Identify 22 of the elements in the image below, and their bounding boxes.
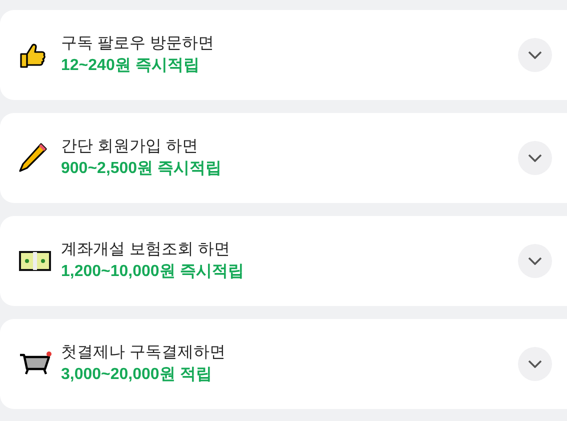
chevron-icon <box>528 257 542 265</box>
reward-card[interactable]: 구독 팔로우 방문하면 12~240원 즉시적립 <box>0 10 567 100</box>
reward-amount: 900~2,500원 즉시적립 <box>61 159 223 179</box>
reward-title: 계좌개설 보험조회 하면 <box>61 240 231 260</box>
reward-title: 간단 회원가입 하면 <box>61 137 199 157</box>
reward-card[interactable]: 간단 회원가입 하면 900~2,500원 즉시적립 <box>0 113 567 203</box>
expand-button[interactable] <box>518 141 552 175</box>
chevron-icon <box>528 154 542 162</box>
reward-card[interactable]: 첫결제나 구독결제하면 3,000~20,000원 적립 <box>0 319 567 409</box>
banknote-icon <box>18 249 52 273</box>
expand-button[interactable] <box>518 38 552 72</box>
reward-card[interactable]: 계좌개설 보험조회 하면 1,200~10,000원 즉시적립 <box>0 216 567 306</box>
pencil-icon <box>18 142 48 174</box>
reward-title: 첫결제나 구독결제하면 <box>61 343 226 363</box>
reward-title: 구독 팔로우 방문하면 <box>61 34 215 54</box>
reward-amount: 3,000~20,000원 적립 <box>61 365 213 385</box>
chevron-icon <box>528 51 542 59</box>
reward-amount: 1,200~10,000원 즉시적립 <box>61 262 245 282</box>
chevron-icon <box>528 360 542 368</box>
expand-button[interactable] <box>518 347 552 381</box>
expand-button[interactable] <box>518 244 552 278</box>
reward-amount: 12~240원 즉시적립 <box>61 56 200 76</box>
